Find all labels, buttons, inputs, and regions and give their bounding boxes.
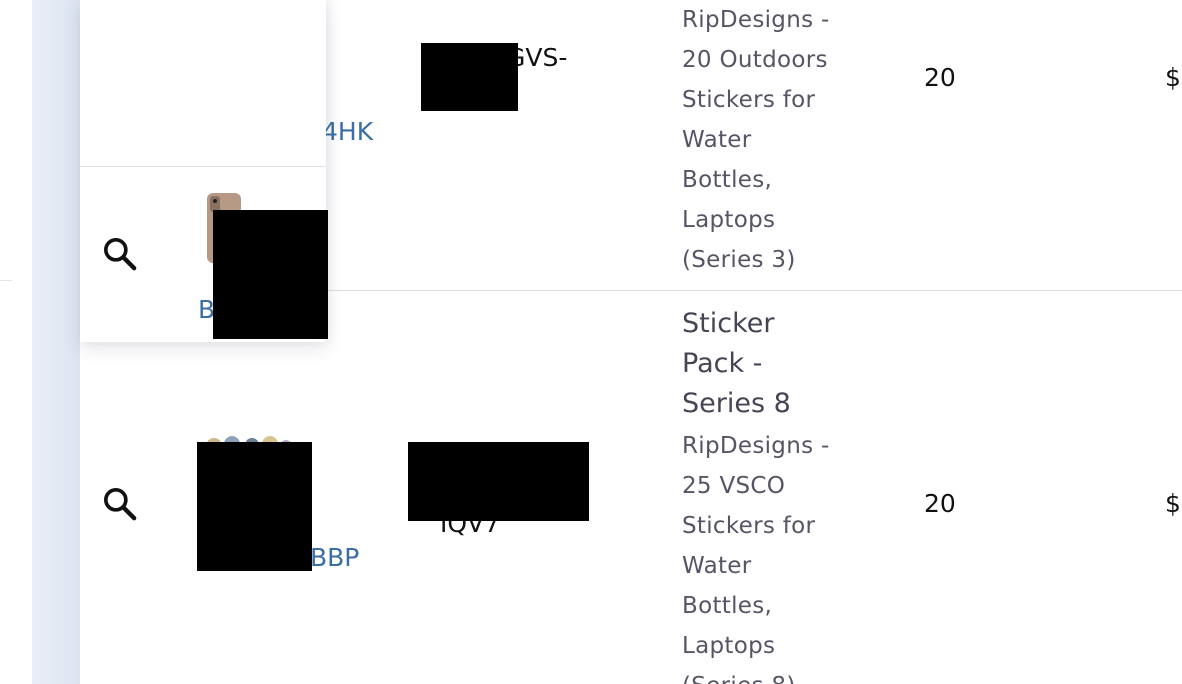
redaction-box [421,43,518,111]
price-value: $ [1165,489,1181,518]
image-preview-popover: B [80,0,328,342]
sku-link[interactable]: BBP [310,538,359,578]
product-description: RipDesigns - 25 VSCO Stickers for Water … [682,433,830,684]
left-gutter [0,0,32,684]
side-rail [32,0,80,684]
price-value: $ [1165,63,1181,92]
product-table-screen: 4HK GVS- RipDesigns - 20 Outdoors Sticke… [0,0,1182,684]
product-title: Sticker Pack - Series 8 [682,308,791,419]
product-description: RipDesigns - 20 Outdoors Stickers for Wa… [682,7,830,273]
quantity-value: 20 [924,63,956,92]
sku-link[interactable]: 4HK [322,112,373,152]
popover-divider [80,166,326,167]
search-icon[interactable] [100,484,140,524]
redaction-box [197,442,312,571]
redaction-box [408,442,589,521]
gutter-divider [0,280,12,281]
quantity-value: 20 [924,489,956,518]
redaction-box [213,210,328,339]
search-icon[interactable] [100,234,140,274]
